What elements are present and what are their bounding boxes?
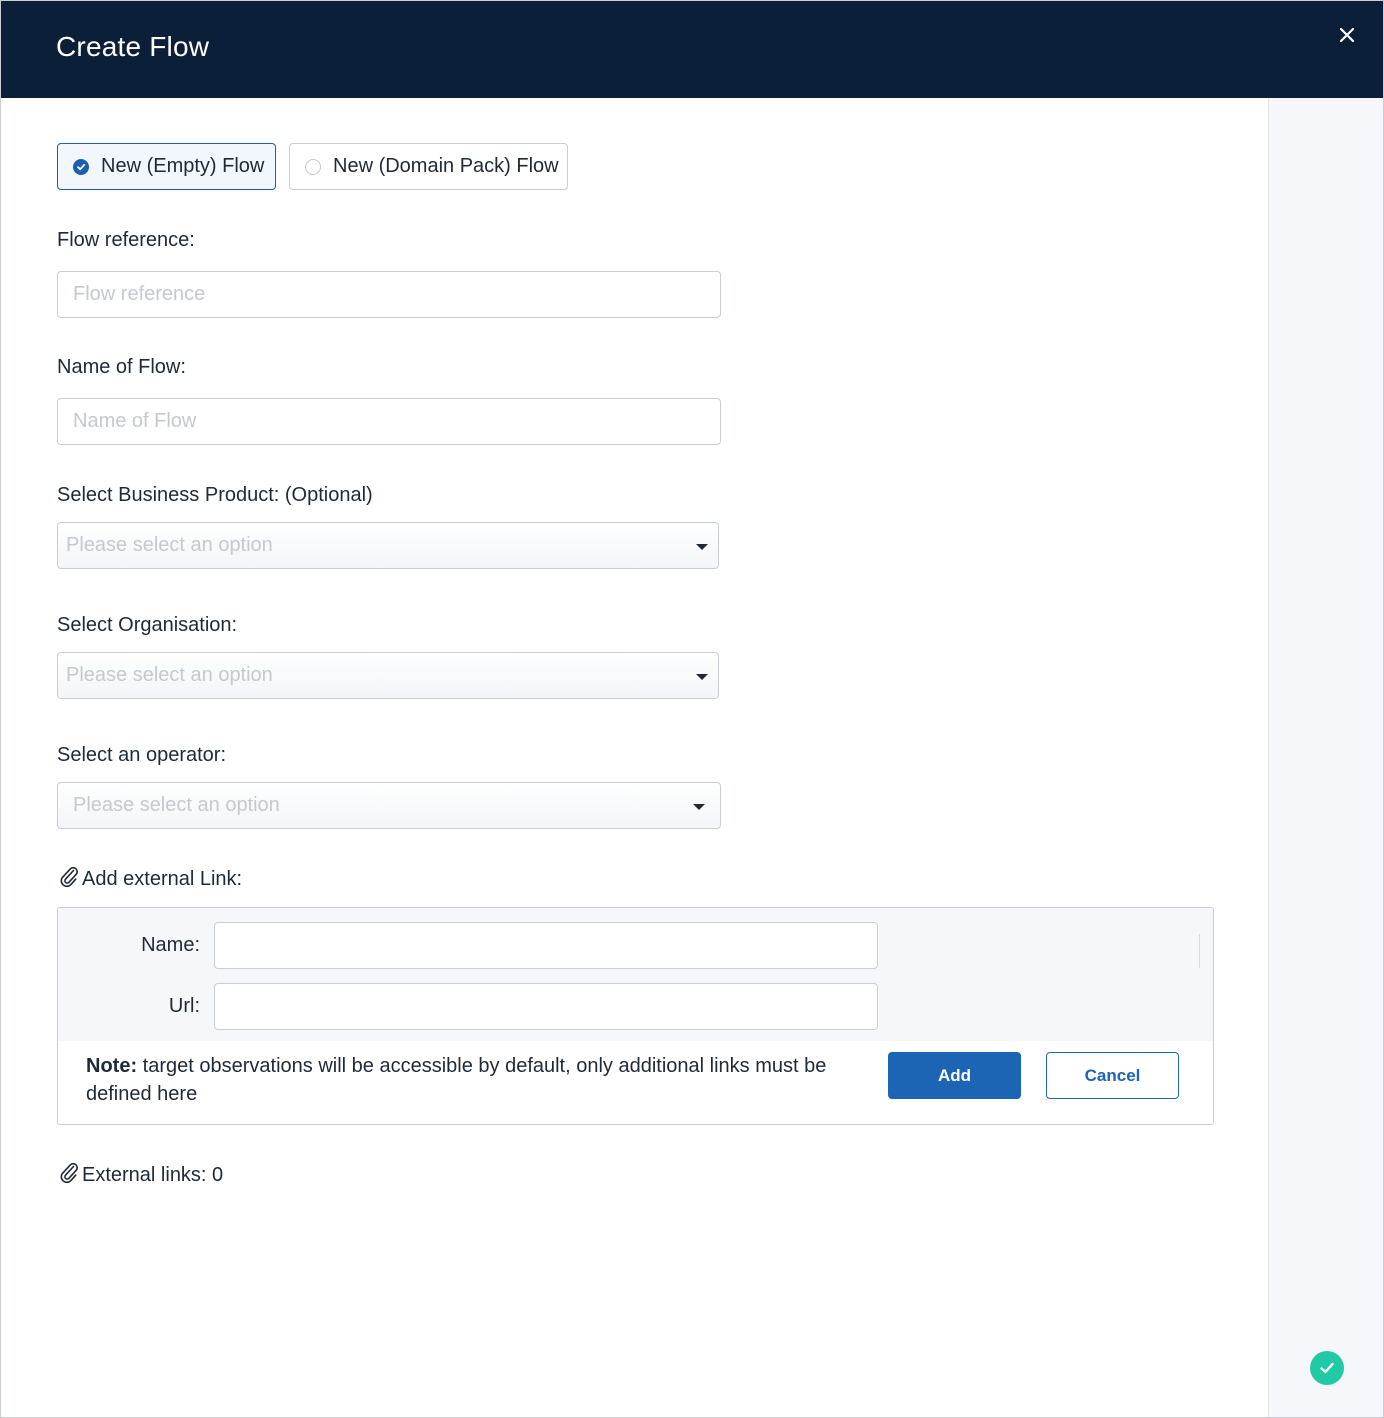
paperclip-icon bbox=[60, 866, 79, 888]
operator-label: Select an operator: bbox=[57, 744, 226, 766]
business-product-label: Select Business Product: (Optional) bbox=[57, 484, 373, 506]
select-placeholder: Please select an option bbox=[73, 794, 280, 816]
flow-reference-label: Flow reference: bbox=[57, 229, 195, 251]
business-product-select[interactable]: Please select an option bbox=[57, 522, 719, 569]
organisation-select[interactable]: Please select an option bbox=[57, 652, 719, 699]
caret-down-icon bbox=[693, 804, 705, 810]
radio-unchecked-icon bbox=[305, 158, 321, 175]
link-url-input[interactable] bbox=[214, 983, 878, 1030]
caret-down-icon bbox=[696, 674, 708, 680]
select-placeholder: Please select an option bbox=[66, 534, 273, 556]
option-new-empty-flow[interactable]: New (Empty) Flow bbox=[57, 143, 276, 190]
external-link-panel: Name: Url: Note: target observations wil… bbox=[57, 907, 1214, 1125]
radio-checked-icon bbox=[73, 158, 89, 175]
add-external-link-heading: Add external Link: bbox=[82, 868, 243, 890]
modal-title: Create Flow bbox=[56, 31, 210, 62]
operator-select[interactable]: Please select an option bbox=[57, 782, 721, 829]
link-name-label: Name: bbox=[141, 934, 200, 956]
note-label: Note: bbox=[86, 1055, 138, 1077]
flow-name-input[interactable] bbox=[57, 398, 721, 445]
side-panel bbox=[1268, 98, 1383, 1417]
option-label: New (Domain Pack) Flow bbox=[333, 155, 559, 177]
external-links-count: External links: 0 bbox=[82, 1164, 224, 1186]
cancel-link-button[interactable]: Cancel bbox=[1046, 1052, 1179, 1099]
organisation-label: Select Organisation: bbox=[57, 614, 238, 636]
add-link-button[interactable]: Add bbox=[888, 1052, 1021, 1099]
success-check-icon bbox=[1310, 1351, 1344, 1385]
paperclip-icon bbox=[60, 1162, 79, 1184]
link-note: Note: target observations will be access… bbox=[86, 1052, 866, 1108]
option-label: New (Empty) Flow bbox=[101, 155, 265, 177]
modal-header: Create Flow bbox=[1, 1, 1383, 98]
divider bbox=[1199, 934, 1200, 968]
link-name-input[interactable] bbox=[214, 922, 878, 969]
caret-down-icon bbox=[696, 544, 708, 550]
flow-reference-input[interactable] bbox=[57, 271, 721, 318]
create-flow-modal: Create Flow New (Empty) Flow New (Domain… bbox=[0, 0, 1384, 1418]
link-url-label: Url: bbox=[168, 995, 200, 1017]
note-text: target observations will be accessible b… bbox=[86, 1055, 827, 1105]
flow-name-label: Name of Flow: bbox=[57, 356, 186, 378]
option-new-domain-pack-flow[interactable]: New (Domain Pack) Flow bbox=[289, 143, 568, 190]
select-placeholder: Please select an option bbox=[66, 664, 273, 686]
close-icon[interactable] bbox=[1333, 20, 1361, 48]
